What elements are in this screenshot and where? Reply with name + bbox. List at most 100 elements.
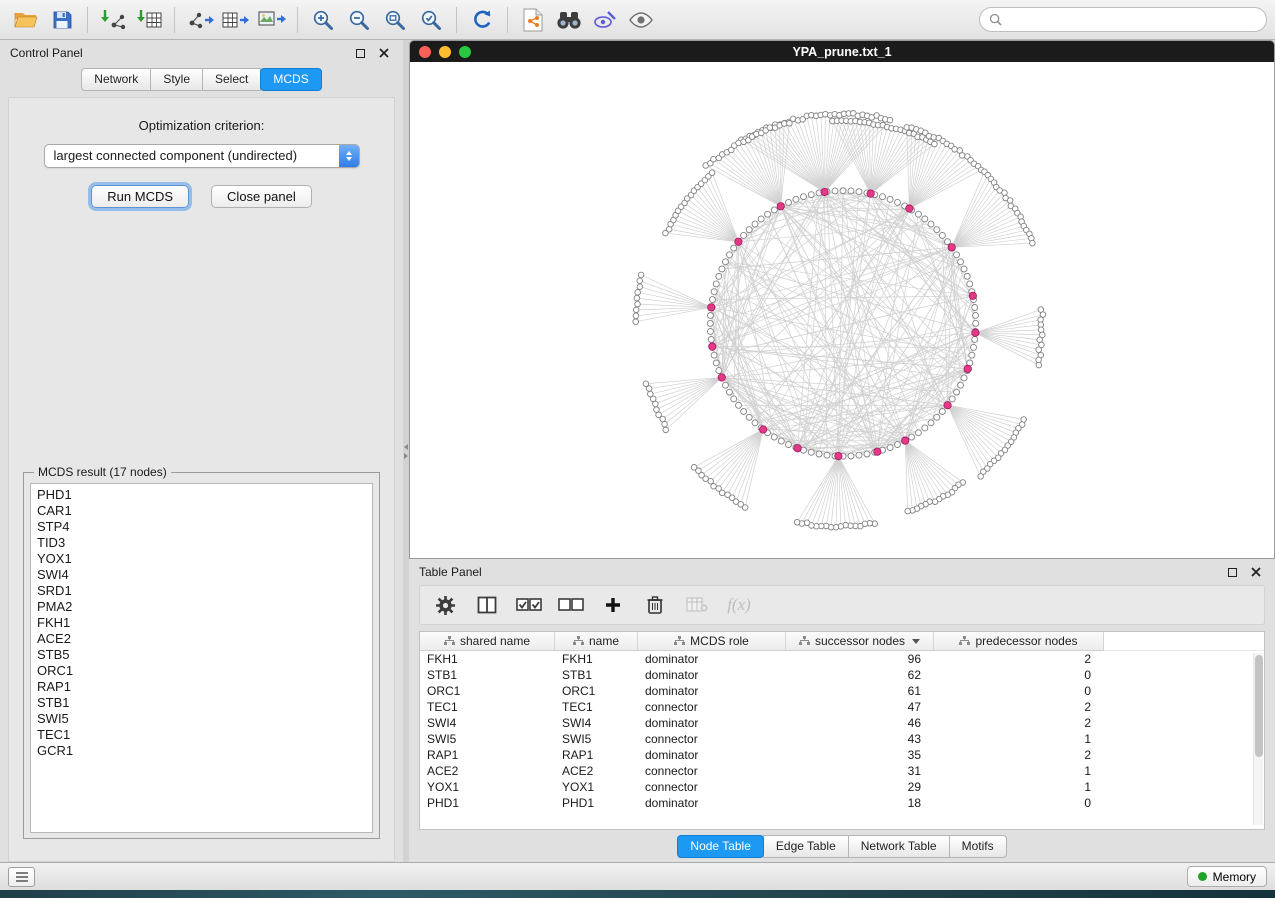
table-cell: 2 <box>934 748 1104 762</box>
export-table-button[interactable] <box>218 4 254 36</box>
column-label: name <box>589 634 619 648</box>
memory-label: Memory <box>1213 870 1256 884</box>
mcds-result-item[interactable]: YOX1 <box>37 551 366 567</box>
zoom-in-button[interactable] <box>305 4 341 36</box>
memory-status-icon <box>1198 872 1207 881</box>
zoom-selected-button[interactable] <box>413 4 449 36</box>
search-box[interactable] <box>979 7 1267 32</box>
table-row[interactable]: YOX1YOX1connector291 <box>420 779 1264 795</box>
control-panel: Control Panel Network Style Select MCDS … <box>0 40 403 862</box>
window-maximize-button[interactable] <box>459 46 471 58</box>
column-header-predecessor-nodes[interactable]: predecessor nodes <box>934 632 1104 651</box>
tab-style[interactable]: Style <box>150 68 203 91</box>
export-network-button[interactable] <box>182 4 218 36</box>
mcds-result-list[interactable]: PHD1CAR1STP4TID3YOX1SWI4SRD1PMA2FKH1ACE2… <box>30 483 373 833</box>
refresh-button[interactable] <box>464 4 500 36</box>
deselect-all-button[interactable] <box>554 590 588 620</box>
table-cell: 1 <box>934 764 1104 778</box>
network-canvas[interactable] <box>410 62 1274 558</box>
find-button[interactable] <box>551 4 587 36</box>
table-row[interactable]: TEC1TEC1connector472 <box>420 699 1264 715</box>
tab-edge-table[interactable]: Edge Table <box>763 835 849 858</box>
close-panel-button[interactable] <box>375 44 393 62</box>
attribute-icon <box>573 636 584 646</box>
table-cell: PHD1 <box>420 796 555 810</box>
table-row[interactable]: SWI5SWI5connector431 <box>420 731 1264 747</box>
zoom-fit-button[interactable] <box>377 4 413 36</box>
window-close-button[interactable] <box>419 46 431 58</box>
criterion-select[interactable]: largest connected component (undirected) <box>44 144 360 168</box>
node-table-body[interactable]: FKH1FKH1dominator962STB1STB1dominator620… <box>420 651 1264 829</box>
zoom-out-button[interactable] <box>341 4 377 36</box>
run-mcds-button[interactable]: Run MCDS <box>91 185 189 208</box>
mcds-result-item[interactable]: CAR1 <box>37 503 366 519</box>
close-table-panel-button[interactable] <box>1247 563 1265 581</box>
mcds-result-item[interactable]: STB5 <box>37 647 366 663</box>
tab-network[interactable]: Network <box>81 68 151 91</box>
mcds-result-item[interactable]: ORC1 <box>37 663 366 679</box>
mcds-result-item[interactable]: ACE2 <box>37 631 366 647</box>
collapse-right-icon[interactable] <box>404 453 408 459</box>
mcds-result-item[interactable]: TEC1 <box>37 727 366 743</box>
table-cell: ACE2 <box>555 764 638 778</box>
table-cell: 47 <box>786 700 934 714</box>
float-table-panel-button[interactable] <box>1223 563 1241 581</box>
save-button[interactable] <box>44 4 80 36</box>
share-document-button[interactable] <box>515 4 551 36</box>
table-row[interactable]: STB1STB1dominator620 <box>420 667 1264 683</box>
scrollbar-thumb[interactable] <box>1255 655 1263 757</box>
mcds-result-item[interactable]: SRD1 <box>37 583 366 599</box>
network-graph[interactable] <box>410 62 1274 558</box>
tab-mcds[interactable]: MCDS <box>260 68 321 91</box>
table-settings-button[interactable] <box>428 590 462 620</box>
binoculars-icon <box>555 10 583 30</box>
float-panel-button[interactable] <box>351 44 369 62</box>
column-header-shared-name[interactable]: shared name <box>420 632 555 651</box>
search-input[interactable] <box>1008 13 1257 27</box>
close-mcds-panel-button[interactable]: Close panel <box>211 185 312 208</box>
mcds-result-item[interactable]: SWI4 <box>37 567 366 583</box>
window-minimize-button[interactable] <box>439 46 451 58</box>
mcds-result-item[interactable]: TID3 <box>37 535 366 551</box>
import-table-button[interactable] <box>131 4 167 36</box>
add-column-button[interactable] <box>596 590 630 620</box>
export-table-icon <box>221 9 251 31</box>
tab-network-table[interactable]: Network Table <box>848 835 950 858</box>
open-file-button[interactable] <box>8 4 44 36</box>
table-row[interactable]: RAP1RAP1dominator352 <box>420 747 1264 763</box>
tab-motifs[interactable]: Motifs <box>949 835 1007 858</box>
mcds-result-item[interactable]: STP4 <box>37 519 366 535</box>
table-row[interactable]: SWI4SWI4dominator462 <box>420 715 1264 731</box>
show-hide-button[interactable] <box>623 4 659 36</box>
mcds-result-item[interactable]: FKH1 <box>37 615 366 631</box>
delete-column-button[interactable] <box>638 590 672 620</box>
mcds-result-item[interactable]: PHD1 <box>37 487 366 503</box>
column-header-successor-nodes[interactable]: successor nodes <box>786 632 934 651</box>
memory-button[interactable]: Memory <box>1187 866 1267 887</box>
table-row[interactable]: FKH1FKH1dominator962 <box>420 651 1264 667</box>
table-cell: 2 <box>934 652 1104 666</box>
network-window-title: YPA_prune.txt_1 <box>792 45 891 59</box>
table-row[interactable]: PHD1PHD1dominator180 <box>420 795 1264 811</box>
table-scrollbar[interactable] <box>1253 653 1263 825</box>
column-header-mcds-role[interactable]: MCDS role <box>638 632 786 651</box>
select-all-button[interactable] <box>512 590 546 620</box>
mcds-result-item[interactable]: SWI5 <box>37 711 366 727</box>
export-image-button[interactable] <box>254 4 290 36</box>
toggle-graphics-button[interactable] <box>587 4 623 36</box>
show-columns-button[interactable] <box>470 590 504 620</box>
tab-node-table[interactable]: Node Table <box>677 835 764 858</box>
table-row[interactable]: ORC1ORC1dominator610 <box>420 683 1264 699</box>
mcds-result-item[interactable]: GCR1 <box>37 743 366 759</box>
task-history-button[interactable] <box>8 867 35 887</box>
import-network-button[interactable] <box>95 4 131 36</box>
mcds-result-item[interactable]: RAP1 <box>37 679 366 695</box>
mcds-result-item[interactable]: STB1 <box>37 695 366 711</box>
table-row[interactable]: ACE2ACE2connector311 <box>420 763 1264 779</box>
collapse-left-icon[interactable] <box>404 444 408 450</box>
column-header-name[interactable]: name <box>555 632 638 651</box>
network-window-titlebar[interactable]: YPA_prune.txt_1 <box>410 41 1274 62</box>
mcds-result-item[interactable]: PMA2 <box>37 599 366 615</box>
tab-select[interactable]: Select <box>202 68 261 91</box>
table-cell: 1 <box>934 780 1104 794</box>
